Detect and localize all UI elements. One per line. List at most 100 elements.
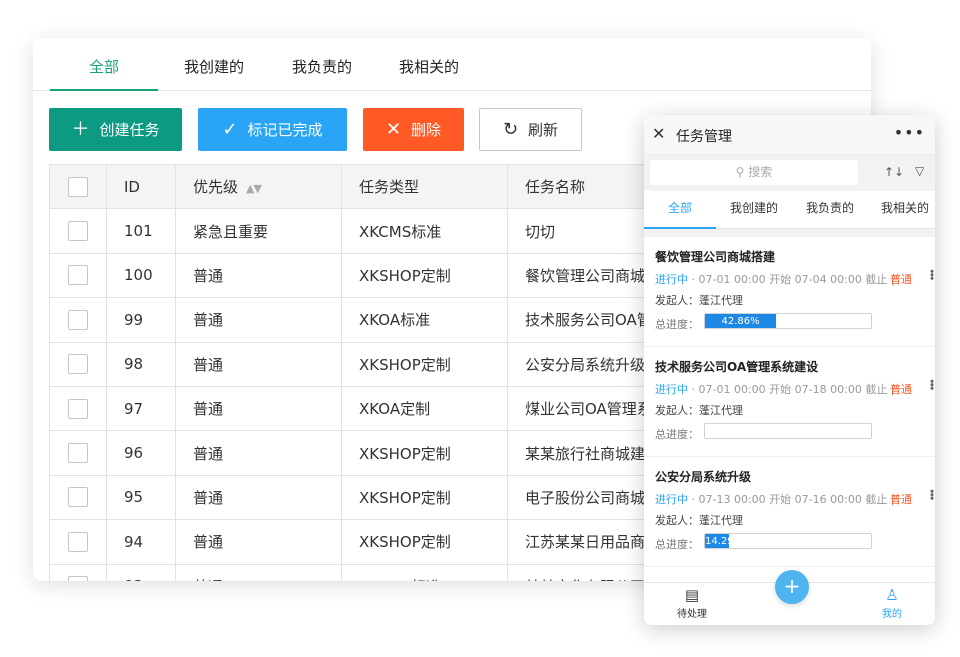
create-task-label: 创建任务 xyxy=(99,121,160,139)
task-card-owner: 发起人：蓬江代理 xyxy=(655,512,743,528)
task-card[interactable]: 公安分局系统升级 进行中 · 07-13 00:00 开始 07-16 00:0… xyxy=(644,457,935,567)
priority-header-label: 优先级 xyxy=(193,178,239,197)
tab-created-by-me[interactable]: 我创建的 xyxy=(173,38,255,91)
row-checkbox-cell xyxy=(49,385,107,432)
owner-name: 蓬江代理 xyxy=(699,294,743,307)
mobile-tab-all[interactable]: 全部 xyxy=(644,191,716,229)
cell-priority: 普通 xyxy=(175,297,342,343)
priority-badge: 普通 xyxy=(890,273,912,286)
nav-me[interactable]: ♙ 我的 xyxy=(872,587,912,620)
row-checkbox-cell xyxy=(49,519,107,565)
plus-icon: ＋ xyxy=(71,118,90,140)
task-card-title: 技术服务公司OA管理系统建设 xyxy=(655,360,819,374)
row-checkbox[interactable] xyxy=(68,398,88,419)
row-checkbox-cell xyxy=(49,297,107,343)
cell-priority: 普通 xyxy=(175,430,342,476)
search-icon: ⚲ xyxy=(735,165,745,179)
row-checkbox[interactable] xyxy=(68,576,88,581)
refresh-label: 刷新 xyxy=(528,121,559,139)
task-card[interactable]: 餐饮管理公司商城搭建 进行中 · 07-01 00:00 开始 07-04 00… xyxy=(644,237,935,347)
delete-label: 删除 xyxy=(411,121,442,139)
task-card-title: 餐饮管理公司商城搭建 xyxy=(655,250,776,264)
task-card-status: 进行中 · 07-01 00:00 开始 07-18 00:00 截止 | xyxy=(655,383,895,396)
row-checkbox[interactable] xyxy=(68,265,88,286)
mark-complete-label: 标记已完成 xyxy=(247,121,323,139)
priority-badge: 普通 xyxy=(890,493,912,506)
row-checkbox[interactable] xyxy=(68,487,88,508)
close-icon[interactable]: ✕ xyxy=(652,124,665,143)
refresh-button[interactable]: ↻ 刷新 xyxy=(479,108,582,151)
mobile-header: ✕ 任务管理 ••• xyxy=(644,115,935,155)
cell-id: 98 xyxy=(106,341,176,387)
row-checkbox-cell xyxy=(49,341,107,387)
row-checkbox-cell xyxy=(49,430,107,476)
sort-icon[interactable]: ↑↓ xyxy=(884,165,904,179)
start-word: 开始 xyxy=(769,383,792,396)
row-checkbox-cell xyxy=(49,563,107,581)
mobile-title: 任务管理 xyxy=(676,129,732,145)
cell-id: 94 xyxy=(106,519,176,565)
task-card-owner: 发起人：蓬江代理 xyxy=(655,292,743,308)
search-input[interactable]: ⚲ 搜索 xyxy=(650,160,858,185)
column-header-id[interactable]: ID xyxy=(106,163,176,210)
end-word: 截止 xyxy=(865,273,888,286)
task-card[interactable]: 技术服务公司OA管理系统建设 进行中 · 07-01 00:00 开始 07-1… xyxy=(644,347,935,457)
nav-me-label: 我的 xyxy=(882,609,902,620)
mobile-bottom-nav: ▤ 待处理 + ♙ 我的 xyxy=(644,570,935,625)
nav-todo[interactable]: ▤ 待处理 xyxy=(672,587,712,620)
nav-todo-label: 待处理 xyxy=(677,609,707,620)
row-checkbox[interactable] xyxy=(68,354,88,375)
close-icon: ✕ xyxy=(385,118,402,140)
status-text: 进行中 xyxy=(655,273,688,286)
progress-label: 总进度： xyxy=(655,538,699,551)
card-more-icon[interactable]: ••• xyxy=(925,268,935,278)
task-card-status: 进行中 · 07-13 00:00 开始 07-16 00:00 截止 | xyxy=(655,493,895,506)
header-checkbox-cell xyxy=(49,163,107,210)
more-icon[interactable]: ••• xyxy=(894,123,925,142)
cell-type: XKOA定制 xyxy=(341,385,508,432)
mobile-tab-created-by-me[interactable]: 我创建的 xyxy=(718,191,790,229)
mobile-window: ✕ 任务管理 ••• ⚲ 搜索 ↑↓ ▽ 全部 我创建的 我负责的 我相关的 餐… xyxy=(644,115,935,625)
cell-type: XKSHOP定制 xyxy=(341,341,508,387)
check-icon: ✓ xyxy=(222,118,238,140)
column-header-type[interactable]: 任务类型 xyxy=(341,163,508,210)
tab-related-to-me[interactable]: 我相关的 xyxy=(388,38,470,91)
start-word: 开始 xyxy=(769,273,792,286)
row-checkbox[interactable] xyxy=(68,309,88,330)
search-placeholder: 搜索 xyxy=(748,165,773,179)
row-checkbox[interactable] xyxy=(68,443,88,464)
mobile-search-bar: ⚲ 搜索 ↑↓ ▽ xyxy=(644,155,935,191)
progress-label: 总进度： xyxy=(655,318,699,331)
start-time: 07-13 00:00 xyxy=(698,493,766,506)
cell-priority: 普通 xyxy=(175,519,342,565)
card-more-icon[interactable]: ••• xyxy=(925,488,935,498)
cell-priority: 普通 xyxy=(175,385,342,432)
clipboard-icon: ▤ xyxy=(684,586,700,604)
end-word: 截止 xyxy=(865,493,888,506)
column-header-priority[interactable]: 优先级 ▲▼ xyxy=(175,163,342,210)
card-more-icon[interactable]: ••• xyxy=(925,378,935,388)
row-checkbox[interactable] xyxy=(68,531,88,552)
mobile-tab-related-to-me[interactable]: 我相关的 xyxy=(869,191,935,229)
mobile-tab-assigned-to-me[interactable]: 我负责的 xyxy=(794,191,866,229)
create-task-button[interactable]: ＋ 创建任务 xyxy=(49,108,182,151)
progress-label: 总进度： xyxy=(655,428,699,441)
task-card-title: 公安分局系统升级 xyxy=(655,470,752,484)
row-checkbox[interactable] xyxy=(68,221,88,242)
progress-bar: 14.29% xyxy=(704,533,872,549)
tab-assigned-to-me[interactable]: 我负责的 xyxy=(281,38,363,91)
mark-complete-button[interactable]: ✓ 标记已完成 xyxy=(198,108,347,151)
cell-id: 93 xyxy=(106,563,176,581)
progress-bar: 42.86% xyxy=(704,313,872,329)
delete-button[interactable]: ✕ 删除 xyxy=(363,108,464,151)
cell-priority: 紧急且重要 xyxy=(175,208,342,254)
owner-label: 发起人： xyxy=(655,514,699,527)
sort-icon[interactable]: ▲▼ xyxy=(246,182,262,195)
select-all-checkbox[interactable] xyxy=(68,176,88,197)
filter-icon[interactable]: ▽ xyxy=(915,164,924,178)
owner-label: 发起人： xyxy=(655,294,699,307)
tab-all[interactable]: 全部 xyxy=(50,38,158,91)
progress-text: 42.86% xyxy=(721,316,760,327)
add-task-fab[interactable]: + xyxy=(775,570,809,604)
progress-bar xyxy=(704,423,872,439)
